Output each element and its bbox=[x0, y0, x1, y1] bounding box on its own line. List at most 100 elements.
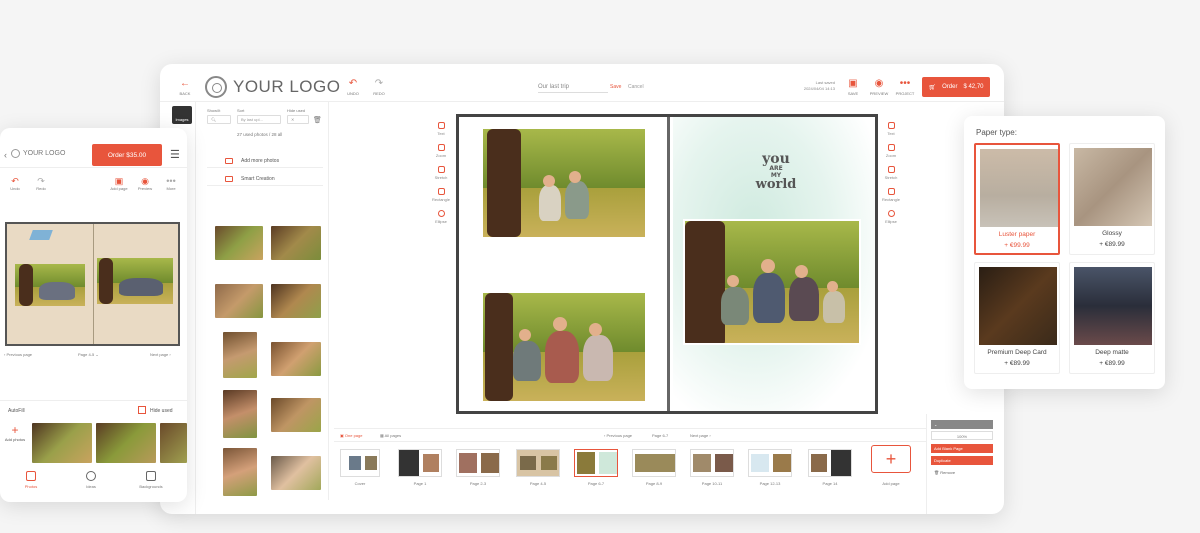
photo-thumb[interactable] bbox=[223, 332, 257, 378]
page-thumb-12-13[interactable] bbox=[748, 449, 792, 477]
project-menu-button[interactable]: ••• PROJECT bbox=[892, 79, 918, 97]
paper-swatch bbox=[980, 149, 1058, 227]
add-more-photos-button[interactable]: Add more photos bbox=[207, 154, 323, 168]
previous-page-button[interactable]: ‹ Previous page bbox=[604, 433, 632, 438]
zoom-input[interactable]: 100% bbox=[931, 431, 993, 440]
back-button[interactable]: ← BACK bbox=[172, 79, 198, 97]
mobile-more-button[interactable]: ••• More bbox=[160, 176, 182, 191]
mobile-page-select[interactable]: Page 4-5 ⌄ bbox=[78, 352, 99, 357]
photobook-spread[interactable]: you ARE MY world bbox=[456, 114, 878, 414]
person-figure bbox=[721, 287, 749, 325]
photo-thumb[interactable] bbox=[215, 284, 263, 318]
undo-button[interactable]: ↶ UNDO bbox=[340, 78, 366, 97]
right-text-tool[interactable]: Text bbox=[880, 122, 902, 136]
photo-thumb[interactable] bbox=[215, 226, 263, 260]
menu-icon[interactable]: ☰ bbox=[170, 148, 180, 161]
save-button[interactable]: ▣ SAVE bbox=[840, 79, 866, 97]
right-rectangle-tool[interactable]: Rectangle bbox=[880, 188, 902, 202]
page-thumb-8-9[interactable] bbox=[632, 449, 676, 477]
magic-icon bbox=[225, 176, 233, 182]
one-page-tab[interactable]: ▣ One page bbox=[340, 433, 362, 438]
mobile-undo-button[interactable]: ↶ Undo bbox=[4, 176, 26, 191]
mobile-spread[interactable] bbox=[5, 222, 180, 346]
eye-icon: ◉ bbox=[874, 78, 884, 89]
photo-thumb[interactable] bbox=[271, 284, 321, 318]
photo-thumb[interactable] bbox=[96, 423, 156, 463]
mobile-previous-page[interactable]: ‹ Previous page bbox=[4, 352, 32, 357]
sort-select[interactable]: By last upl... bbox=[237, 115, 281, 124]
add-page-button[interactable]: + bbox=[871, 445, 911, 473]
paper-option-premium-deep-card[interactable]: Premium Deep Card + €89.99 bbox=[974, 262, 1060, 374]
paper-option-luster[interactable]: Luster paper + €99.99 bbox=[974, 143, 1060, 255]
save-name-link[interactable]: Save bbox=[610, 84, 621, 90]
left-ellipse-tool[interactable]: Ellipse bbox=[430, 210, 452, 224]
paper-option-deep-matte[interactable]: Deep matte + €89.99 bbox=[1069, 262, 1155, 374]
page-thumb-14[interactable] bbox=[808, 449, 852, 477]
next-page-button[interactable]: Next page › bbox=[690, 433, 711, 438]
right-stretch-tool[interactable]: Stretch bbox=[880, 166, 902, 180]
redo-button[interactable]: ↷ REDO bbox=[366, 79, 392, 97]
photo-kids-by-tree[interactable] bbox=[483, 129, 645, 237]
cancel-name-link[interactable]: Cancel bbox=[628, 84, 644, 90]
mobile-photo-left[interactable] bbox=[15, 264, 85, 306]
page-thumb-6-7[interactable] bbox=[574, 449, 618, 477]
mobile-order-button[interactable]: Order $35.00 bbox=[92, 144, 162, 166]
undo-icon: ↶ bbox=[348, 78, 358, 89]
mobile-bottom-panel: AutoFill Hide used + Add photos Photos Id… bbox=[0, 400, 187, 502]
photo-thumb[interactable] bbox=[271, 456, 321, 490]
mobile-tab-backgrounds[interactable]: Backgrounds bbox=[136, 471, 166, 489]
duplicate-button[interactable]: Duplicate bbox=[931, 456, 993, 465]
quote-text[interactable]: you ARE MY world bbox=[751, 152, 801, 191]
photo-family-guitar[interactable] bbox=[483, 293, 645, 401]
project-name-input[interactable]: Our last trip bbox=[538, 84, 608, 93]
page-thumb-cover[interactable] bbox=[340, 449, 380, 477]
photo-thumb[interactable] bbox=[271, 226, 321, 260]
photo-family-picnic[interactable] bbox=[683, 219, 861, 345]
mobile-add-photos-button[interactable]: + Add photos bbox=[4, 423, 26, 463]
mobile-tab-ideas[interactable]: Ideas bbox=[76, 471, 106, 489]
autofill-button[interactable]: AutoFill bbox=[8, 408, 25, 414]
tool-images[interactable]: Images bbox=[172, 106, 192, 124]
page-thumb-4-5[interactable] bbox=[516, 449, 560, 477]
photo-thumb[interactable] bbox=[271, 398, 321, 432]
smart-creation-button[interactable]: Smart Creation bbox=[207, 172, 323, 186]
left-rectangle-tool[interactable]: Rectangle bbox=[430, 188, 452, 202]
page-thumb-10-11[interactable] bbox=[690, 449, 734, 477]
text-icon bbox=[887, 122, 895, 129]
page-thumb-1[interactable] bbox=[398, 449, 442, 477]
mobile-redo-button[interactable]: ↷ Redo bbox=[30, 176, 52, 191]
photo-thumb[interactable] bbox=[223, 390, 257, 438]
page-thumb-2-3[interactable] bbox=[456, 449, 500, 477]
trash-icon[interactable]: 🗑︎ bbox=[313, 116, 322, 124]
hide-used-checkbox[interactable] bbox=[138, 406, 146, 414]
hide-used-toggle[interactable]: ✕ bbox=[287, 115, 309, 124]
preview-button[interactable]: ◉ PREVIEW bbox=[866, 78, 892, 97]
all-pages-tab[interactable]: ▦ All pages bbox=[380, 433, 401, 438]
mobile-preview-button[interactable]: ◉ Preview bbox=[134, 176, 156, 191]
mobile-photo-right[interactable] bbox=[97, 258, 173, 304]
thumb-photo bbox=[423, 454, 439, 472]
left-zoom-tool[interactable]: Zoom bbox=[430, 144, 452, 158]
right-zoom-tool[interactable]: Zoom bbox=[880, 144, 902, 158]
add-blank-page-button[interactable]: Add Blank Page bbox=[931, 444, 993, 453]
photo-thumb[interactable] bbox=[160, 423, 187, 463]
remove-button[interactable]: 🗑︎ Remove bbox=[931, 468, 993, 477]
mobile-add-page-button[interactable]: ▣ Add page bbox=[108, 176, 130, 191]
current-page-select[interactable]: Page 6-7 bbox=[652, 433, 668, 438]
image-icon bbox=[26, 471, 36, 481]
right-ellipse-tool[interactable]: Ellipse bbox=[880, 210, 902, 224]
filter-search-input[interactable]: 🔍︎ bbox=[207, 115, 231, 124]
photo-thumb[interactable] bbox=[271, 342, 321, 376]
photo-thumb[interactable] bbox=[223, 448, 257, 496]
mobile-tab-photos[interactable]: Photos bbox=[16, 471, 46, 489]
left-stretch-tool[interactable]: Stretch bbox=[430, 166, 452, 180]
back-chevron-icon[interactable]: ‹ bbox=[4, 150, 7, 160]
mobile-next-page[interactable]: Next page › bbox=[150, 352, 171, 357]
thumb-photo bbox=[635, 454, 675, 472]
order-button[interactable]: 🛒︎ Order $ 42,70 bbox=[922, 77, 990, 97]
photo-thumb[interactable] bbox=[32, 423, 92, 463]
paper-type-panel: Paper type: Luster paper + €99.99 Glossy… bbox=[964, 116, 1165, 389]
thumb-photo bbox=[693, 454, 711, 472]
left-text-tool[interactable]: Text bbox=[430, 122, 452, 136]
paper-option-glossy[interactable]: Glossy + €89.99 bbox=[1069, 143, 1155, 255]
